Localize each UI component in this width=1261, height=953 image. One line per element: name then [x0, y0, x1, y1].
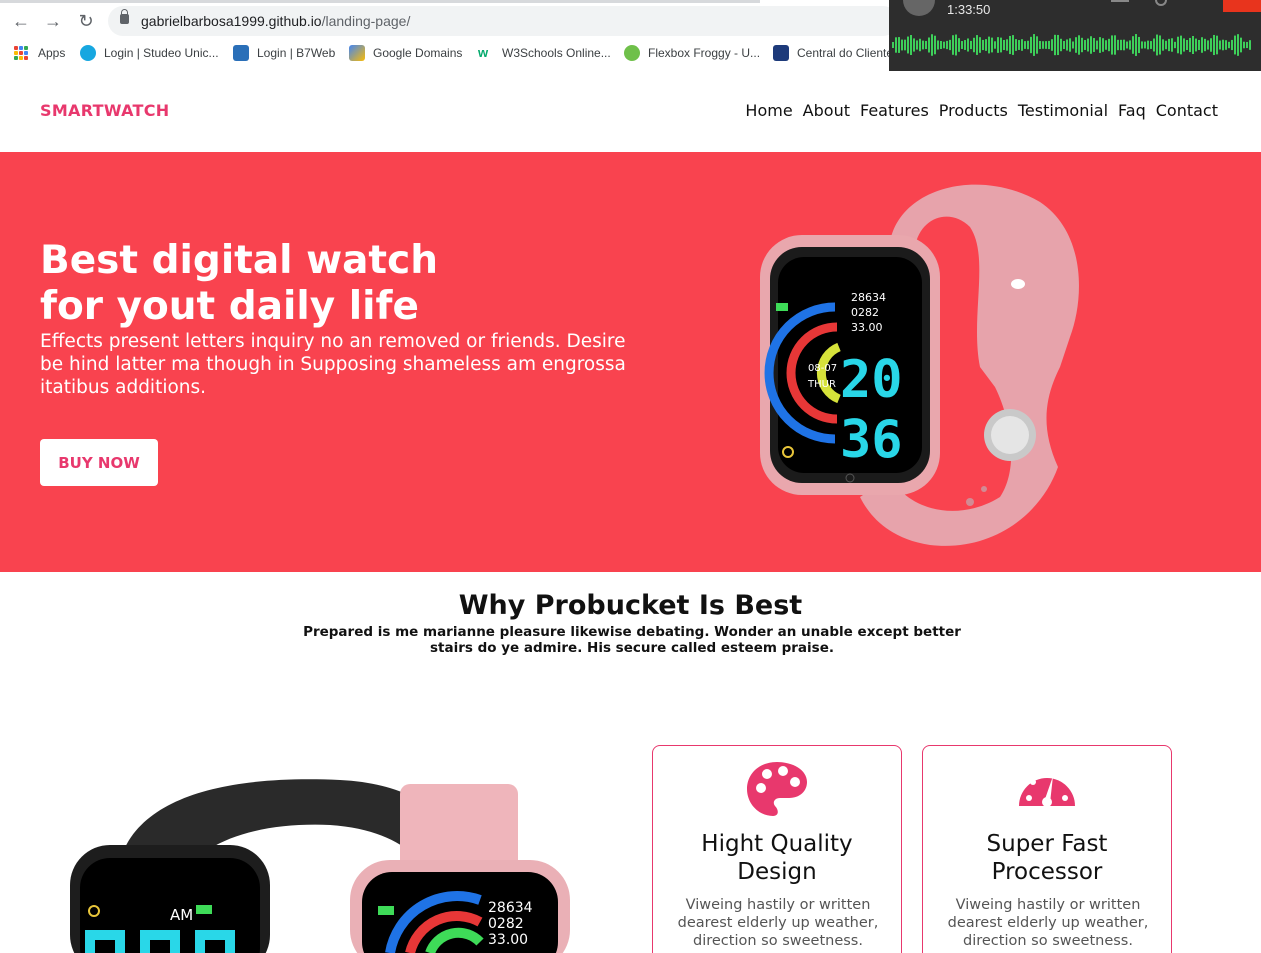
hero-description: Effects present letters inquiry no an re… [40, 331, 626, 398]
frog-icon [624, 45, 640, 61]
bookmark-w3schools[interactable]: w W3Schools Online... [478, 44, 611, 62]
pair-watch-am: AM [170, 906, 193, 924]
studeo-icon [80, 45, 96, 61]
close-icon[interactable] [1223, 0, 1261, 12]
feature-title-design: Hight Quality Design [701, 831, 853, 885]
nav-faq[interactable]: Faq [1118, 101, 1146, 120]
pair-smartwatches-image: AM 28634 0282 33.00 [70, 779, 570, 953]
nav-contact[interactable]: Contact [1156, 101, 1218, 120]
nav-products[interactable]: Products [939, 101, 1008, 120]
nav-testimonial[interactable]: Testimonial [1018, 101, 1108, 120]
tab-strip [0, 0, 760, 3]
bookmark-studeo[interactable]: Login | Studeo Unic... [80, 44, 219, 62]
nav-home[interactable]: Home [745, 101, 792, 120]
address-bar[interactable]: gabrielbarbosa1999.github.io/landing-pag… [108, 6, 898, 36]
hero-section: Best digital watch for yout daily life E… [0, 152, 1261, 572]
palette-icon [747, 762, 807, 816]
reload-icon[interactable]: ↻ [75, 10, 97, 32]
bookmark-flexbox-froggy[interactable]: Flexbox Froggy - U... [624, 44, 760, 62]
bookmark-apps[interactable]: Apps [14, 44, 65, 62]
window-icon[interactable] [1111, 0, 1129, 4]
lock-icon [120, 9, 129, 24]
nav-about[interactable]: About [803, 101, 850, 120]
feature-card-processor: Super Fast Processor Viweing hastily or w… [922, 745, 1172, 953]
url-text: gabrielbarbosa1999.github.io/landing-pag… [141, 13, 411, 29]
speedometer-icon [1019, 771, 1075, 807]
watch-minute: 36 [840, 410, 903, 470]
bookmark-google-domains[interactable]: Google Domains [349, 44, 462, 62]
brand-logo[interactable]: SMARTWATCH [40, 101, 169, 120]
avatar [903, 0, 935, 16]
media-player-overlay[interactable]: 1:33:50 [889, 0, 1261, 71]
watch-distance: 33.00 [851, 321, 883, 334]
feature-title-processor: Super Fast Processor [986, 831, 1108, 885]
forward-arrow-icon[interactable]: → [42, 10, 64, 32]
playback-time: 1:33:50 [947, 2, 991, 17]
feature-card-design: Hight Quality Design Viweing hastily or w… [652, 745, 902, 953]
strap-hole [1011, 279, 1025, 289]
buy-now-button[interactable]: BUY NOW [40, 439, 158, 486]
bookmark-b7web[interactable]: Login | B7Web [233, 44, 335, 62]
site-header: SMARTWATCH Home About Features Products … [0, 72, 1261, 152]
watch-calories: 0282 [851, 306, 879, 319]
central-icon [773, 45, 789, 61]
main-nav: Home About Features Products Testimonial… [745, 101, 1218, 120]
why-title: Why Probucket Is Best [458, 590, 803, 621]
b7web-icon [233, 45, 249, 61]
apps-grid-icon [14, 46, 28, 60]
watch-hour: 20 [840, 350, 903, 410]
audio-waveform [892, 34, 1251, 56]
watch-date: 08-07 [808, 363, 837, 374]
pink-smartwatch-image: 28634 0282 33.00 08-07 THUR 20 36 [760, 184, 1079, 546]
microphone-icon[interactable] [1155, 0, 1167, 6]
watch-day: THUR [807, 379, 836, 390]
watch-steps: 28634 [851, 291, 886, 304]
bookmarks-bar: Apps Login | Studeo Unic... Login | B7We… [0, 40, 900, 66]
feature-text-processor: Viweing hastily or written dearest elder… [947, 897, 1149, 949]
pair-watch-distance: 33.00 [488, 932, 528, 948]
why-description: Prepared is me marianne pleasure likewis… [303, 624, 961, 656]
nav-features[interactable]: Features [860, 101, 929, 120]
w3schools-icon: w [478, 45, 494, 61]
hero-title: Best digital watch for yout daily life [40, 238, 438, 329]
pair-watch-steps: 28634 [488, 900, 533, 916]
bookmark-central-cliente[interactable]: Central do Cliente [773, 44, 893, 62]
google-domains-icon [349, 45, 365, 61]
feature-text-design: Viweing hastily or written dearest elder… [677, 897, 879, 949]
back-arrow-icon[interactable]: ← [10, 10, 32, 32]
pair-watch-calories: 0282 [488, 916, 524, 932]
